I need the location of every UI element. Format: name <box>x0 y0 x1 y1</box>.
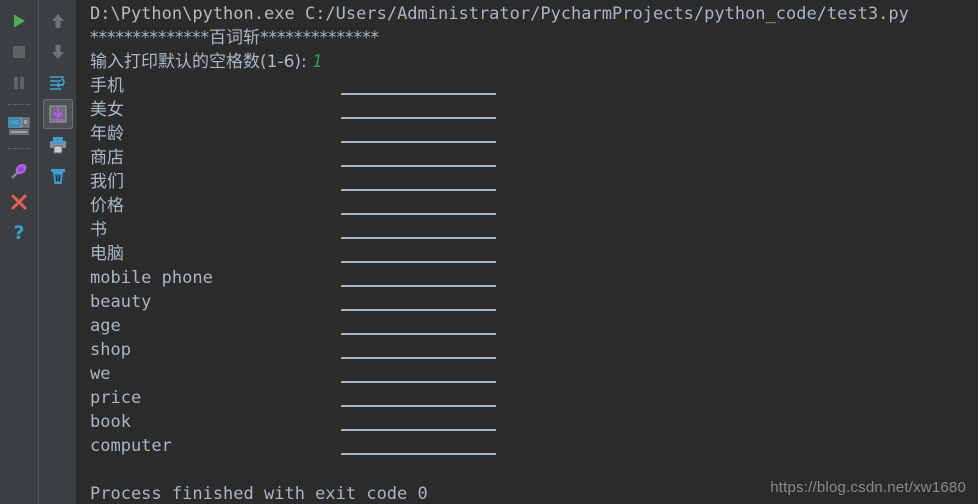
word-text: age <box>90 316 121 336</box>
banner-line: **************百词斩************** <box>90 26 978 50</box>
answer-blank-rule <box>341 141 496 143</box>
word-text: 美女 <box>90 100 124 120</box>
script-path: C:/Users/Administrator/PycharmProjects/p… <box>304 4 909 24</box>
separator-2 <box>8 148 30 150</box>
layout-icon <box>8 117 30 135</box>
input-prompt-value: 1 <box>312 52 323 72</box>
word-line: book <box>90 410 978 434</box>
pause-icon <box>14 77 24 89</box>
up-the-stack-trace-button[interactable] <box>43 6 73 36</box>
word-text: 书 <box>90 220 107 240</box>
stop-icon <box>13 46 25 58</box>
soft-wrap-icon <box>49 76 65 90</box>
close-x-icon <box>11 194 27 210</box>
trash-icon <box>50 169 65 184</box>
play-icon <box>14 14 25 28</box>
word-line: 美女 <box>90 98 978 122</box>
scroll-to-end-icon <box>49 105 66 123</box>
pin-tab-button[interactable] <box>4 156 34 186</box>
down-the-stack-trace-button[interactable] <box>43 37 73 67</box>
word-line: age <box>90 314 978 338</box>
answer-blank-rule <box>341 189 496 191</box>
answer-blank-rule <box>341 309 496 311</box>
pycharm-run-console-window: ? D:\Python\python.exe C:/Users/Administ… <box>0 0 978 504</box>
run-console-output[interactable]: D:\Python\python.exe C:/Users/Administra… <box>76 0 978 504</box>
console-lines: D:\Python\python.exe C:/Users/Administra… <box>90 2 978 504</box>
answer-blank-rule <box>341 237 496 239</box>
arrow-down-icon <box>51 45 64 59</box>
word-line: 电脑 <box>90 242 978 266</box>
banner-text: **************百词斩************** <box>90 28 379 48</box>
word-text: 手机 <box>90 76 124 96</box>
command-line: D:\Python\python.exe C:/Users/Administra… <box>90 2 978 26</box>
stop-button[interactable] <box>4 37 34 67</box>
word-line: 我们 <box>90 170 978 194</box>
word-line: 手机 <box>90 74 978 98</box>
word-line: shop <box>90 338 978 362</box>
close-button[interactable] <box>4 187 34 217</box>
watermark: https://blog.csdn.net/xw1680 <box>770 479 966 496</box>
soft-wrap-button[interactable] <box>43 68 73 98</box>
word-text: book <box>90 412 131 432</box>
answer-blank-rule <box>341 357 496 359</box>
answer-blank-rule <box>341 381 496 383</box>
word-line: 价格 <box>90 194 978 218</box>
input-prompt-line: 输入打印默认的空格数(1-6): 1 <box>90 50 978 74</box>
answer-blank-rule <box>341 405 496 407</box>
answer-blank-rule <box>341 93 496 95</box>
pin-icon <box>11 163 27 179</box>
left-toolbars: ? <box>0 0 76 504</box>
help-button[interactable]: ? <box>4 218 34 248</box>
answer-blank-rule <box>341 165 496 167</box>
arrow-up-icon <box>51 14 64 28</box>
word-text: 商店 <box>90 148 124 168</box>
word-line: beauty <box>90 290 978 314</box>
word-text: computer <box>90 436 172 456</box>
scroll-to-end-button[interactable] <box>42 99 73 129</box>
word-line: price <box>90 386 978 410</box>
answer-blank-rule <box>341 285 496 287</box>
question-mark-icon: ? <box>13 223 24 243</box>
word-text: mobile phone <box>90 268 213 288</box>
clear-all-button[interactable] <box>43 161 73 191</box>
restore-layout-button[interactable] <box>4 112 34 142</box>
word-text: 年龄 <box>90 124 124 144</box>
answer-blank-rule <box>341 213 496 215</box>
word-text: we <box>90 364 111 384</box>
answer-blank-rule <box>341 333 496 335</box>
word-line: we <box>90 362 978 386</box>
console-toolbar-column <box>38 0 76 504</box>
word-line: mobile phone <box>90 266 978 290</box>
pause-button[interactable] <box>4 68 34 98</box>
print-button[interactable] <box>43 130 73 160</box>
word-text: 我们 <box>90 172 124 192</box>
word-text: 电脑 <box>90 244 124 264</box>
answer-blank-rule <box>341 117 496 119</box>
word-text: shop <box>90 340 131 360</box>
word-text: beauty <box>90 292 152 312</box>
word-line: 商店 <box>90 146 978 170</box>
run-button[interactable] <box>4 6 34 36</box>
word-line: 年龄 <box>90 122 978 146</box>
answer-blank-rule <box>341 453 496 455</box>
answer-blank-rule <box>341 429 496 431</box>
answer-blank-rule <box>341 261 496 263</box>
word-line: 书 <box>90 218 978 242</box>
separator-1 <box>8 104 30 106</box>
interpreter-path: D:\Python\python.exe <box>90 4 295 24</box>
run-toolbar-column: ? <box>0 0 38 504</box>
input-prompt-label: 输入打印默认的空格数(1-6): <box>90 52 313 72</box>
svg-text:?: ? <box>13 223 24 243</box>
word-text: 价格 <box>90 196 124 216</box>
word-line: computer <box>90 434 978 458</box>
word-text: price <box>90 388 142 408</box>
printer-icon <box>49 137 66 154</box>
